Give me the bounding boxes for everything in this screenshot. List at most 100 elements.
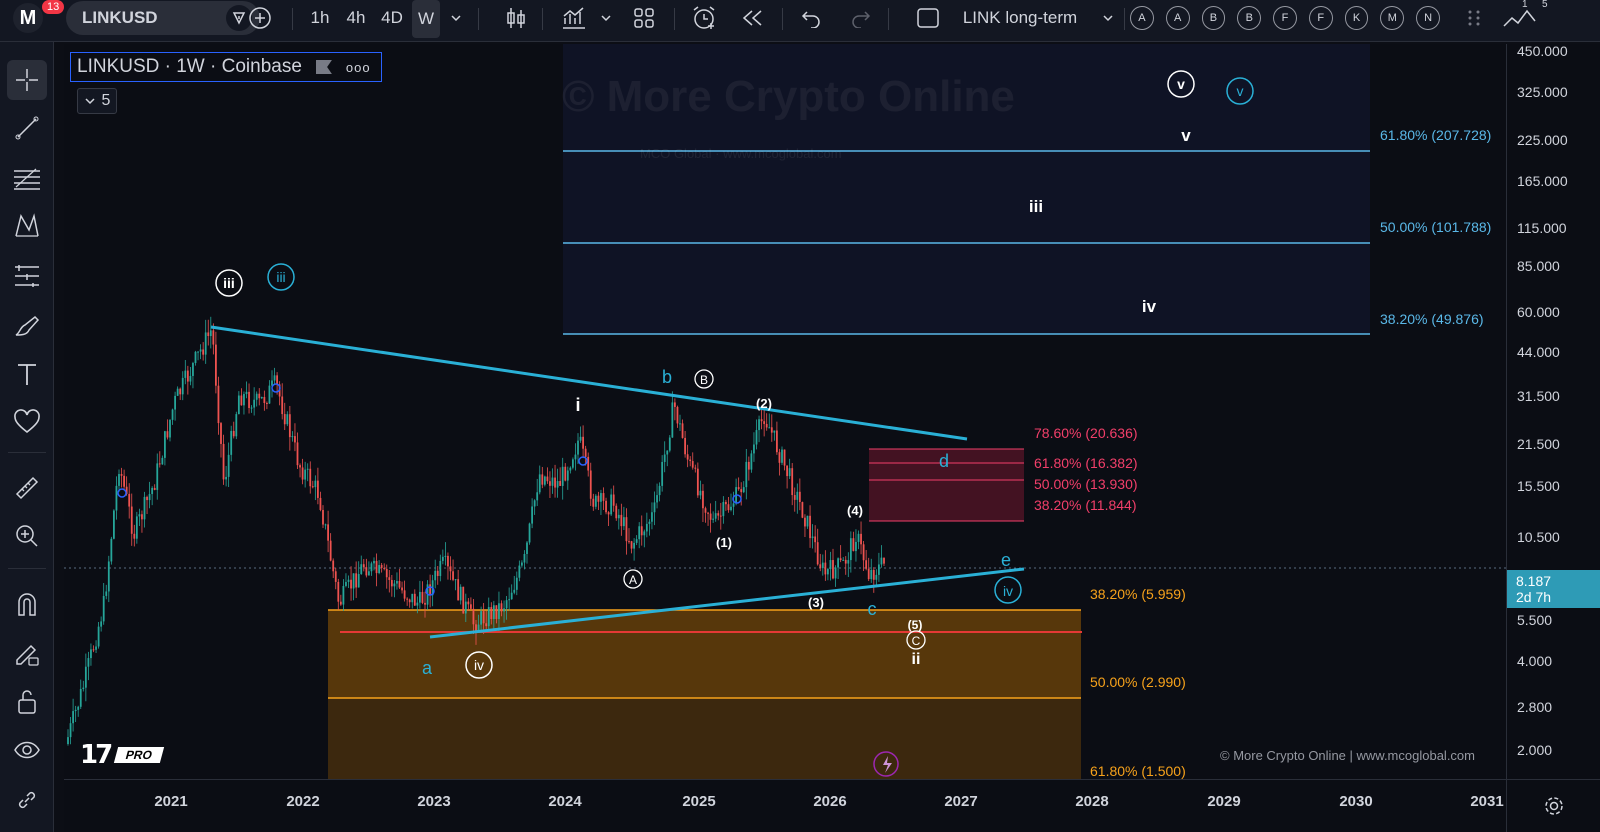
forecast-tool[interactable]	[7, 256, 47, 296]
candle-body	[449, 566, 452, 572]
candle-body	[768, 427, 771, 429]
object-tree-button[interactable]: 1 5	[1496, 0, 1548, 36]
symbol-name: LINKUSD	[82, 8, 158, 27]
candle-body	[115, 485, 118, 511]
alert-letter-button[interactable]: F	[1308, 6, 1333, 30]
icon-tool[interactable]	[7, 402, 47, 442]
pattern-tool[interactable]	[7, 206, 47, 246]
pivot-dots	[117, 383, 742, 596]
drag-handle[interactable]	[1460, 0, 1488, 36]
magnet-tool[interactable]	[7, 584, 47, 624]
square-icon	[917, 8, 939, 28]
candle-body	[457, 579, 460, 601]
year-tick: 2029	[1207, 793, 1241, 810]
lock-all-tool[interactable]	[7, 682, 47, 722]
candle-body	[681, 423, 684, 438]
zoom-tool[interactable]	[7, 516, 47, 556]
candle-body	[143, 496, 146, 520]
alert-letter-button[interactable]: N	[1416, 6, 1441, 30]
alert-letter-button[interactable]: M	[1380, 6, 1405, 30]
grid-layout-icon	[634, 8, 654, 28]
alert-letter-button[interactable]: F	[1273, 6, 1297, 30]
measure-tool[interactable]	[7, 468, 47, 508]
compare-add-button[interactable]	[244, 0, 276, 36]
indicators-dropdown-button[interactable]	[594, 0, 618, 36]
candle-body	[865, 560, 868, 569]
candle-body	[164, 431, 166, 458]
candle-body	[875, 574, 878, 580]
indicators-button[interactable]	[558, 0, 590, 36]
layouts-button[interactable]	[628, 0, 660, 36]
app-menu-button[interactable]: M 13	[8, 0, 65, 36]
tradingview-logo[interactable]: 17 PRO	[80, 740, 165, 770]
wave-label: iv	[1142, 297, 1157, 316]
chart-pane[interactable]: iii iii i b B (2) (1) A (4) (3) d e iv c…	[64, 44, 1506, 779]
timeframe-4d[interactable]: 4D	[374, 0, 410, 36]
alert-letter-button[interactable]: B	[1237, 6, 1262, 30]
candle-body	[324, 524, 327, 526]
timeframe-dropdown-button[interactable]	[444, 0, 468, 36]
candle-body	[602, 493, 605, 501]
alert-button[interactable]	[688, 0, 720, 36]
candle-body	[674, 402, 676, 407]
fib-tool[interactable]	[7, 158, 47, 198]
candle-body	[521, 562, 523, 566]
time-axis[interactable]: 2021 2022 2023 2024 2025 2026 2027 2028 …	[64, 779, 1506, 832]
more-options-button[interactable]: ooo	[346, 60, 371, 75]
candle-body	[337, 581, 340, 602]
hide-drawings-tool[interactable]	[7, 730, 47, 770]
lock-drawing-tool[interactable]	[7, 634, 47, 674]
layout-save-button[interactable]	[914, 0, 942, 36]
candle-body	[605, 500, 607, 513]
candle-body	[130, 506, 133, 534]
alert-letter-button[interactable]: K	[1344, 6, 1369, 30]
candle-body	[554, 477, 556, 488]
indicators-toggle-button[interactable]: 5	[77, 88, 117, 114]
candle-body	[334, 571, 337, 582]
layout-name[interactable]: LINK long-term	[956, 0, 1084, 36]
candle-body	[74, 709, 77, 712]
undo-icon	[801, 11, 820, 28]
candle-body	[638, 526, 641, 540]
candles-icon	[507, 8, 525, 28]
brush-tool[interactable]	[7, 306, 47, 346]
candle-body	[663, 454, 666, 462]
alert-letter-button[interactable]: A	[1130, 6, 1154, 30]
candle-body	[696, 468, 699, 496]
alert-letter-button[interactable]: A	[1165, 6, 1190, 30]
replay-button[interactable]	[736, 0, 768, 36]
candle-body	[332, 560, 335, 572]
redo-button[interactable]	[846, 0, 876, 36]
alert-letter-button[interactable]: B	[1201, 6, 1226, 30]
price-tick: 225.000	[1517, 132, 1568, 148]
timeframe-w[interactable]: W	[412, 0, 440, 38]
candle-body	[135, 516, 138, 539]
candle-body	[123, 475, 125, 487]
flag-icon[interactable]	[315, 60, 332, 74]
alert-letter-list: A A B B F F K M N	[1130, 0, 1441, 36]
chart-type-button[interactable]	[500, 0, 532, 36]
price-axis[interactable]: 450.000 325.000 225.000 165.000 115.000 …	[1506, 44, 1600, 779]
candle-body	[717, 513, 720, 516]
candle-body	[373, 560, 375, 564]
candle-body	[763, 421, 766, 424]
indicators-count: 5	[101, 92, 111, 109]
timeframe-1h[interactable]: 1h	[302, 0, 338, 36]
crosshair-tool[interactable]	[7, 60, 47, 100]
layout-dropdown-button[interactable]	[1096, 0, 1120, 36]
remove-drawings-tool[interactable]	[7, 780, 47, 820]
fib-orange-label: 61.80% (1.500)	[1090, 763, 1186, 779]
chart-settings-button[interactable]	[1506, 779, 1600, 832]
trendline-tool[interactable]	[7, 108, 47, 148]
text-tool[interactable]	[7, 354, 47, 394]
symbol-legend[interactable]: LINKUSD · 1W · Coinbase ooo	[70, 52, 382, 82]
candle-body	[760, 419, 763, 422]
candle-body	[786, 465, 788, 477]
candle-body	[243, 394, 245, 406]
undo-button[interactable]	[796, 0, 826, 36]
candle-body	[181, 377, 184, 395]
timeframe-4h[interactable]: 4h	[338, 0, 374, 36]
symbol-search-button[interactable]: LINKUSD	[66, 1, 260, 35]
candle-body	[742, 487, 745, 493]
magnet-icon	[18, 593, 36, 616]
